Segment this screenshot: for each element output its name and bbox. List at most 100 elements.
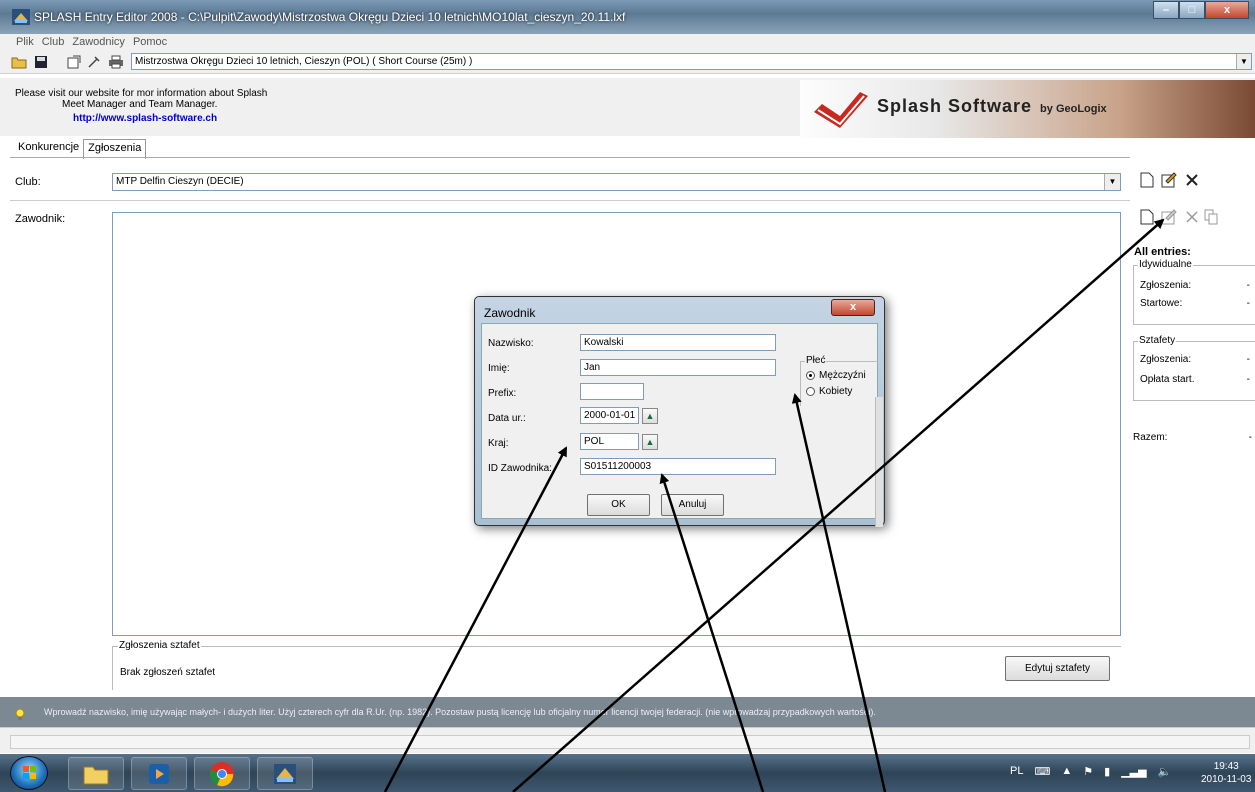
surname-field[interactable]: Kowalski xyxy=(580,334,776,351)
taskbar-chrome[interactable] xyxy=(194,757,250,790)
menu-plik[interactable]: Plik xyxy=(16,34,34,50)
fee-value: - xyxy=(1246,374,1250,385)
entries-value: - xyxy=(1246,280,1250,291)
birthdate-field[interactable]: 2000-01-01 xyxy=(580,407,639,424)
total-label: Razem: xyxy=(1133,432,1168,443)
toolbar: Mistrzostwa Okręgu Dzieci 10 letnich, Ci… xyxy=(0,50,1255,74)
status-field xyxy=(10,735,1250,749)
entries-label: Zgłoszenia: xyxy=(1140,280,1192,291)
meet-select[interactable]: Mistrzostwa Okręgu Dzieci 10 letnich, Ci… xyxy=(131,53,1252,70)
starts-value: - xyxy=(1246,298,1250,309)
country-field[interactable]: POL xyxy=(580,433,639,450)
edit-tool-icon[interactable] xyxy=(86,54,102,69)
title-bar: SPLASH Entry Editor 2008 - C:\Pulpit\Zaw… xyxy=(0,0,1255,34)
relay-summary-legend: Sztafety xyxy=(1138,335,1177,346)
taskbar-splash[interactable] xyxy=(257,757,313,790)
cancel-button[interactable]: Anuluj xyxy=(661,494,724,516)
relay-entries-row: Zgłoszenia: - xyxy=(1140,354,1250,365)
tab-divider xyxy=(10,157,1130,158)
maximize-button[interactable]: □ xyxy=(1179,1,1205,19)
ok-button[interactable]: OK xyxy=(587,494,650,516)
edit-relays-button[interactable]: Edytuj sztafety xyxy=(1005,656,1110,681)
gender-legend: Płeć xyxy=(805,355,827,366)
edit-club-icon[interactable] xyxy=(1160,171,1178,189)
entries-value: - xyxy=(1246,354,1250,365)
copy-athlete-icon[interactable] xyxy=(1202,208,1220,226)
dialog-body: Nazwisko: Kowalski Imię: Jan Prefix: Dat… xyxy=(481,323,883,527)
signal-icon[interactable]: ▁▃▅ xyxy=(1121,765,1146,778)
volume-icon[interactable]: 🔈 xyxy=(1158,765,1172,778)
new-club-icon[interactable] xyxy=(1138,171,1156,189)
clock-time: 19:43 xyxy=(1213,761,1239,772)
athlete-id-field[interactable]: S01511200003 xyxy=(580,458,776,475)
menu-club[interactable]: Club xyxy=(42,34,65,50)
total-value: - xyxy=(1248,432,1252,443)
network-icon[interactable]: ▮ xyxy=(1104,765,1110,778)
individual-starts-row: Startowe: - xyxy=(1140,298,1250,309)
radio-selected-icon xyxy=(806,371,815,380)
new-athlete-icon[interactable] xyxy=(1138,208,1156,226)
firstname-field[interactable]: Jan xyxy=(580,359,776,376)
dialog-title: Zawodnik xyxy=(484,306,536,320)
tab-bar: Konkurencje Zgłoszenia xyxy=(14,139,147,159)
menu-zawodnicy[interactable]: Zawodnicy xyxy=(72,34,125,50)
delete-club-icon[interactable] xyxy=(1183,171,1201,189)
splash-app-icon xyxy=(12,9,30,25)
open-folder-icon[interactable] xyxy=(11,54,27,69)
relay-entries-group: Zgłoszenia sztafet Brak zgłoszeń sztafet xyxy=(112,640,1121,690)
language-indicator[interactable]: PL xyxy=(1010,765,1023,778)
prefix-field[interactable] xyxy=(580,383,644,400)
birthdate-arrow-up-icon[interactable]: ▲ xyxy=(642,408,658,424)
splash-logo-icon xyxy=(814,92,868,128)
properties-icon[interactable] xyxy=(66,54,82,69)
media-player-icon xyxy=(149,763,169,784)
fee-label: Opłata start. xyxy=(1140,374,1195,385)
gender-male-radio[interactable]: Mężczyźni xyxy=(806,370,866,381)
prefix-label: Prefix: xyxy=(488,388,517,399)
gender-female-radio[interactable]: Kobiety xyxy=(806,386,852,397)
edit-athlete-icon[interactable] xyxy=(1160,208,1178,226)
clock[interactable]: 19:43 2010-11-03 xyxy=(1201,760,1251,786)
banner-line-2: Meet Manager and Team Manager. xyxy=(62,99,218,110)
website-link[interactable]: http://www.splash-software.ch xyxy=(15,113,267,124)
close-window-button[interactable]: x xyxy=(1205,1,1249,19)
country-arrow-up-icon[interactable]: ▲ xyxy=(642,434,658,450)
tab-konkurencje[interactable]: Konkurencje xyxy=(14,139,83,158)
flag-icon[interactable]: ⚑ xyxy=(1083,765,1093,778)
all-entries-title: All entries: xyxy=(1134,246,1191,258)
taskbar: PL ⌨ ▲ ⚑ ▮ ▁▃▅ 🔈 19:43 2010-11-03 xyxy=(0,754,1255,792)
hint-bar: Wprowadź nazwisko, imię używając małych-… xyxy=(0,697,1255,727)
print-icon[interactable] xyxy=(108,54,124,69)
individual-entries-row: Zgłoszenia: - xyxy=(1140,280,1250,291)
gender-male-label: Mężczyźni xyxy=(819,370,866,381)
surname-label: Nazwisko: xyxy=(488,338,534,349)
taskbar-explorer[interactable] xyxy=(68,757,124,790)
tab-zgloszenia[interactable]: Zgłoszenia xyxy=(83,139,147,159)
divider xyxy=(10,200,1130,201)
relay-none-text: Brak zgłoszeń sztafet xyxy=(120,667,216,678)
keyboard-icon[interactable]: ⌨ xyxy=(1034,765,1050,778)
dialog-scrollbar[interactable] xyxy=(875,397,883,527)
meet-select-value: Mistrzostwa Okręgu Dzieci 10 letnich, Ci… xyxy=(135,56,473,67)
show-hidden-icons-icon[interactable]: ▲ xyxy=(1061,765,1072,778)
save-icon[interactable] xyxy=(33,54,49,69)
minimize-button[interactable]: – xyxy=(1153,1,1179,19)
chevron-down-icon[interactable]: ▼ xyxy=(1104,174,1120,190)
individual-legend: Idywidualne xyxy=(1138,259,1193,270)
clock-date: 2010-11-03 xyxy=(1201,774,1252,785)
logo-name: Splash Software xyxy=(877,96,1033,116)
window-title: SPLASH Entry Editor 2008 - C:\Pulpit\Zaw… xyxy=(34,10,626,24)
hint-text: Wprowadź nazwisko, imię używając małych-… xyxy=(44,707,876,717)
athlete-dialog: Zawodnik x Nazwisko: Kowalski Imię: Jan … xyxy=(474,296,885,527)
chevron-down-icon[interactable]: ▼ xyxy=(1236,54,1251,69)
delete-athlete-icon[interactable] xyxy=(1183,208,1201,226)
splash-logo[interactable]: Splash Software by GeoLogix xyxy=(800,80,1255,138)
splash-app-icon xyxy=(274,763,296,784)
relay-group-legend: Zgłoszenia sztafet xyxy=(118,640,201,651)
firstname-label: Imię: xyxy=(488,363,510,374)
menu-pomoc[interactable]: Pomoc xyxy=(133,34,167,50)
start-button[interactable] xyxy=(10,756,48,790)
club-select[interactable]: MTP Delfin Cieszyn (DECIE) ▼ xyxy=(112,173,1121,191)
taskbar-media-player[interactable] xyxy=(131,757,187,790)
dialog-close-button[interactable]: x xyxy=(831,299,875,316)
